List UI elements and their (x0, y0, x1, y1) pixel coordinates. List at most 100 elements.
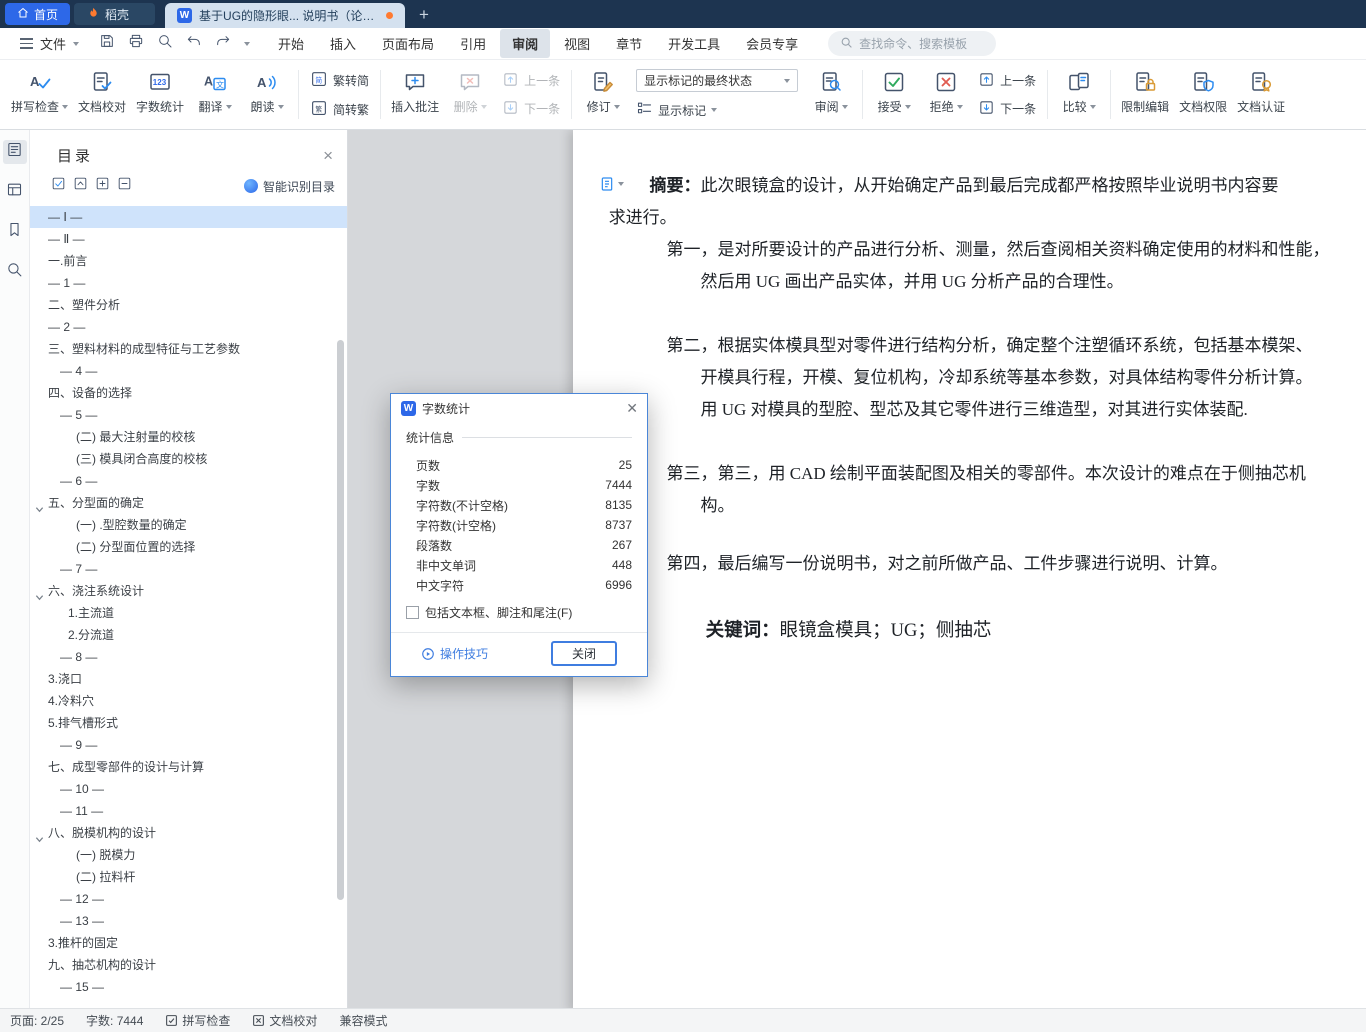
thumbnail-panel-button[interactable] (3, 180, 27, 204)
toc-item[interactable]: 3.浇口 (30, 668, 347, 690)
dialog-titlebar[interactable]: W 字数统计 ✕ (391, 394, 647, 422)
toc-item[interactable]: 2.分流道 (30, 624, 347, 646)
toc-item[interactable]: — 12 — (30, 888, 347, 910)
close-icon[interactable]: ✕ (626, 401, 638, 415)
expand-caret-icon[interactable] (35, 829, 44, 844)
close-icon[interactable]: × (323, 147, 333, 164)
btn-accept[interactable]: 接受 (868, 61, 920, 128)
toc-item[interactable]: — 1 — (30, 272, 347, 294)
btn-proofread[interactable]: 文档校对 (73, 61, 131, 128)
document-text[interactable]: 摘要：此次眼镜盒的设计，从开始确定产品到最后完成都严格按照毕业说明书内容要 求进行… (573, 130, 1366, 647)
toc-item[interactable]: — 5 — (30, 404, 347, 426)
toc-item[interactable]: 四、设备的选择 (30, 382, 347, 404)
redo-button[interactable] (215, 33, 231, 54)
btn-readaloud[interactable]: A 朗读 (241, 61, 293, 128)
btn-reject[interactable]: 拒绝 (920, 61, 972, 128)
toc-item[interactable]: — Ⅰ — (30, 206, 347, 228)
btn-translate[interactable]: A 文翻译 (189, 61, 241, 128)
btn-doc-permission[interactable]: 文档权限 (1174, 61, 1232, 128)
command-search[interactable]: 查找命令、搜索模板 (828, 31, 997, 56)
word-count-indicator[interactable]: 字数: 7444 (86, 1012, 143, 1029)
toc-item[interactable]: 5.排气槽形式 (30, 712, 347, 734)
menu-tab-5[interactable]: 视图 (552, 29, 602, 58)
document-page[interactable]: 摘要：此次眼镜盒的设计，从开始确定产品到最后完成都严格按照毕业说明书内容要 求进行… (573, 130, 1366, 1008)
menu-tab-3[interactable]: 引用 (448, 29, 498, 58)
btn-insert-comment[interactable]: 插入批注 (386, 61, 444, 128)
expand-plus-button[interactable] (95, 176, 110, 196)
paragraph-format-icon[interactable] (599, 176, 624, 192)
toc-item[interactable]: (二) 拉料杆 (30, 866, 347, 888)
toc-item[interactable]: 九、抽芯机构的设计 (30, 954, 347, 976)
toc-item[interactable]: — 7 — (30, 558, 347, 580)
toc-item[interactable]: — 9 — (30, 734, 347, 756)
btn-restrict-editing[interactable]: 限制编辑 (1116, 61, 1174, 128)
toc-item[interactable]: — 11 — (30, 800, 347, 822)
file-menu-button[interactable]: 文件 (12, 34, 87, 53)
btn-traditional-to-simplified[interactable]: 简繁转简 (310, 70, 369, 91)
toc-item[interactable]: — Ⅱ — (30, 228, 347, 250)
toc-item[interactable]: 三、塑料材料的成型特征与工艺参数 (30, 338, 347, 360)
btn-show-markup[interactable]: 显示标记 (636, 100, 798, 120)
toc-item[interactable]: (一) 脱模力 (30, 844, 347, 866)
checkbox-icon[interactable] (406, 606, 419, 619)
btn-track-changes[interactable]: 修订 (577, 61, 629, 128)
new-tab-button[interactable]: + (419, 6, 429, 23)
btn-delete-comment[interactable]: 删除 (444, 61, 496, 128)
tips-link[interactable]: 操作技巧 (421, 645, 488, 662)
btn-spellcheck[interactable]: A 拼写检查 (6, 61, 73, 128)
menu-tab-4[interactable]: 审阅 (500, 29, 551, 58)
toc-item[interactable]: 一.前言 (30, 250, 347, 272)
btn-simplified-to-traditional[interactable]: 繁简转繁 (310, 99, 369, 120)
toc-item[interactable]: 1.主流道 (30, 602, 347, 624)
home-tab[interactable]: 首页 (5, 3, 71, 25)
search-panel-button[interactable] (3, 260, 27, 284)
undo-button[interactable] (186, 33, 202, 54)
page-indicator[interactable]: 页面: 2/25 (10, 1012, 64, 1029)
toc-item[interactable]: 六、浇注系统设计 (30, 580, 347, 602)
document-tab[interactable]: W 基于UG的隐形眼... 说明书（论文） (165, 3, 406, 28)
btn-prev-comment[interactable]: 上一条 (502, 71, 560, 91)
print-preview-button[interactable] (157, 33, 173, 54)
toc-item[interactable]: — 15 — (30, 976, 347, 998)
check-select-button[interactable] (51, 176, 66, 196)
toc-item[interactable]: — 8 — (30, 646, 347, 668)
toc-item[interactable]: (三) 模具闭合高度的校核 (30, 448, 347, 470)
toc-item[interactable]: (二) 分型面位置的选择 (30, 536, 347, 558)
toc-item[interactable]: — 13 — (30, 910, 347, 932)
btn-review[interactable]: 审阅 (805, 61, 857, 128)
docer-tab[interactable]: 稻壳 (74, 3, 156, 25)
spellcheck-toggle[interactable]: 拼写检查 (165, 1012, 230, 1029)
toc-scrollbar[interactable] (337, 340, 344, 900)
menu-tab-1[interactable]: 插入 (318, 29, 368, 58)
btn-doc-certify[interactable]: 文档认证 (1232, 61, 1290, 128)
toc-item[interactable]: 3.推杆的固定 (30, 932, 347, 954)
toc-item[interactable]: — 4 — (30, 360, 347, 382)
btn-compare[interactable]: 比较 (1053, 61, 1105, 128)
toc-item[interactable]: 七、成型零部件的设计与计算 (30, 756, 347, 778)
btn-prev-revision[interactable]: 上一条 (978, 71, 1036, 91)
toc-item[interactable]: (二) 最大注射量的校核 (30, 426, 347, 448)
toc-item[interactable]: 八、脱模机构的设计 (30, 822, 347, 844)
toc-item[interactable]: — 10 — (30, 778, 347, 800)
expand-caret-icon[interactable] (35, 499, 44, 514)
collapse-up-button[interactable] (73, 176, 88, 196)
toc-item[interactable]: (一) .型腔数量的确定 (30, 514, 347, 536)
menu-tab-2[interactable]: 页面布局 (370, 29, 446, 58)
menu-tab-8[interactable]: 会员专享 (734, 29, 810, 58)
markup-state-select[interactable]: 显示标记的最终状态 (636, 69, 799, 92)
toc-item[interactable]: — 2 — (30, 316, 347, 338)
toc-item[interactable]: 五、分型面的确定 (30, 492, 347, 514)
btn-wordcount[interactable]: 123 字数统计 (131, 61, 189, 128)
catalog-panel-button[interactable] (2, 140, 27, 164)
include-textbox-checkbox[interactable]: 包括文本框、脚注和尾注(F) (406, 604, 632, 621)
menu-tab-7[interactable]: 开发工具 (656, 29, 732, 58)
expand-caret-icon[interactable] (35, 587, 44, 602)
bookmark-panel-button[interactable] (3, 220, 27, 244)
proofread-toggle[interactable]: 文档校对 (252, 1012, 317, 1029)
close-button[interactable]: 关闭 (551, 641, 617, 666)
save-button[interactable] (99, 33, 115, 54)
btn-next-revision[interactable]: 下一条 (978, 99, 1036, 119)
btn-next-comment[interactable]: 下一条 (502, 99, 560, 119)
print-button[interactable] (128, 33, 144, 54)
toc-item[interactable]: 二、塑件分析 (30, 294, 347, 316)
